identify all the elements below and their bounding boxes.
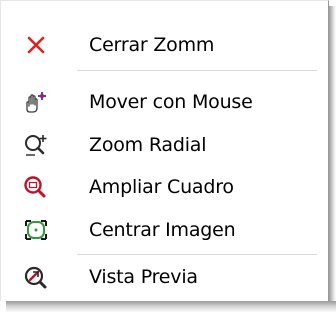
zoom-box-icon bbox=[23, 175, 49, 199]
menu-separator bbox=[77, 254, 317, 255]
menu-item-zoom-radial[interactable]: Zoom Radial bbox=[1, 125, 328, 165]
zoom-in-icon bbox=[23, 133, 49, 157]
menu-item-mover-con-mouse[interactable]: Mover con Mouse bbox=[1, 82, 328, 122]
menu-shadow-bottom bbox=[6, 301, 336, 314]
context-menu: Cerrar Zomm Mover con Mouse Zoom Radial bbox=[0, 0, 329, 301]
menu-item-centrar-imagen[interactable]: Centrar Imagen bbox=[1, 210, 328, 250]
preview-icon bbox=[23, 265, 49, 289]
menu-item-label: Mover con Mouse bbox=[89, 91, 253, 113]
menu-item-cerrar-zoom[interactable]: Cerrar Zomm bbox=[1, 25, 328, 65]
hand-move-icon bbox=[23, 90, 49, 114]
menu-item-label: Vista Previa bbox=[89, 266, 198, 288]
menu-item-label: Ampliar Cuadro bbox=[89, 176, 234, 198]
menu-item-ampliar-cuadro[interactable]: Ampliar Cuadro bbox=[1, 167, 328, 207]
menu-item-label: Zoom Radial bbox=[89, 134, 207, 156]
menu-item-vista-previa[interactable]: Vista Previa bbox=[1, 257, 328, 297]
menu-item-label: Centrar Imagen bbox=[89, 219, 236, 241]
menu-separator bbox=[77, 70, 317, 71]
close-x-icon bbox=[23, 33, 49, 57]
center-image-icon bbox=[23, 218, 49, 242]
menu-shadow-right bbox=[329, 6, 336, 308]
menu-item-label: Cerrar Zomm bbox=[89, 34, 215, 56]
